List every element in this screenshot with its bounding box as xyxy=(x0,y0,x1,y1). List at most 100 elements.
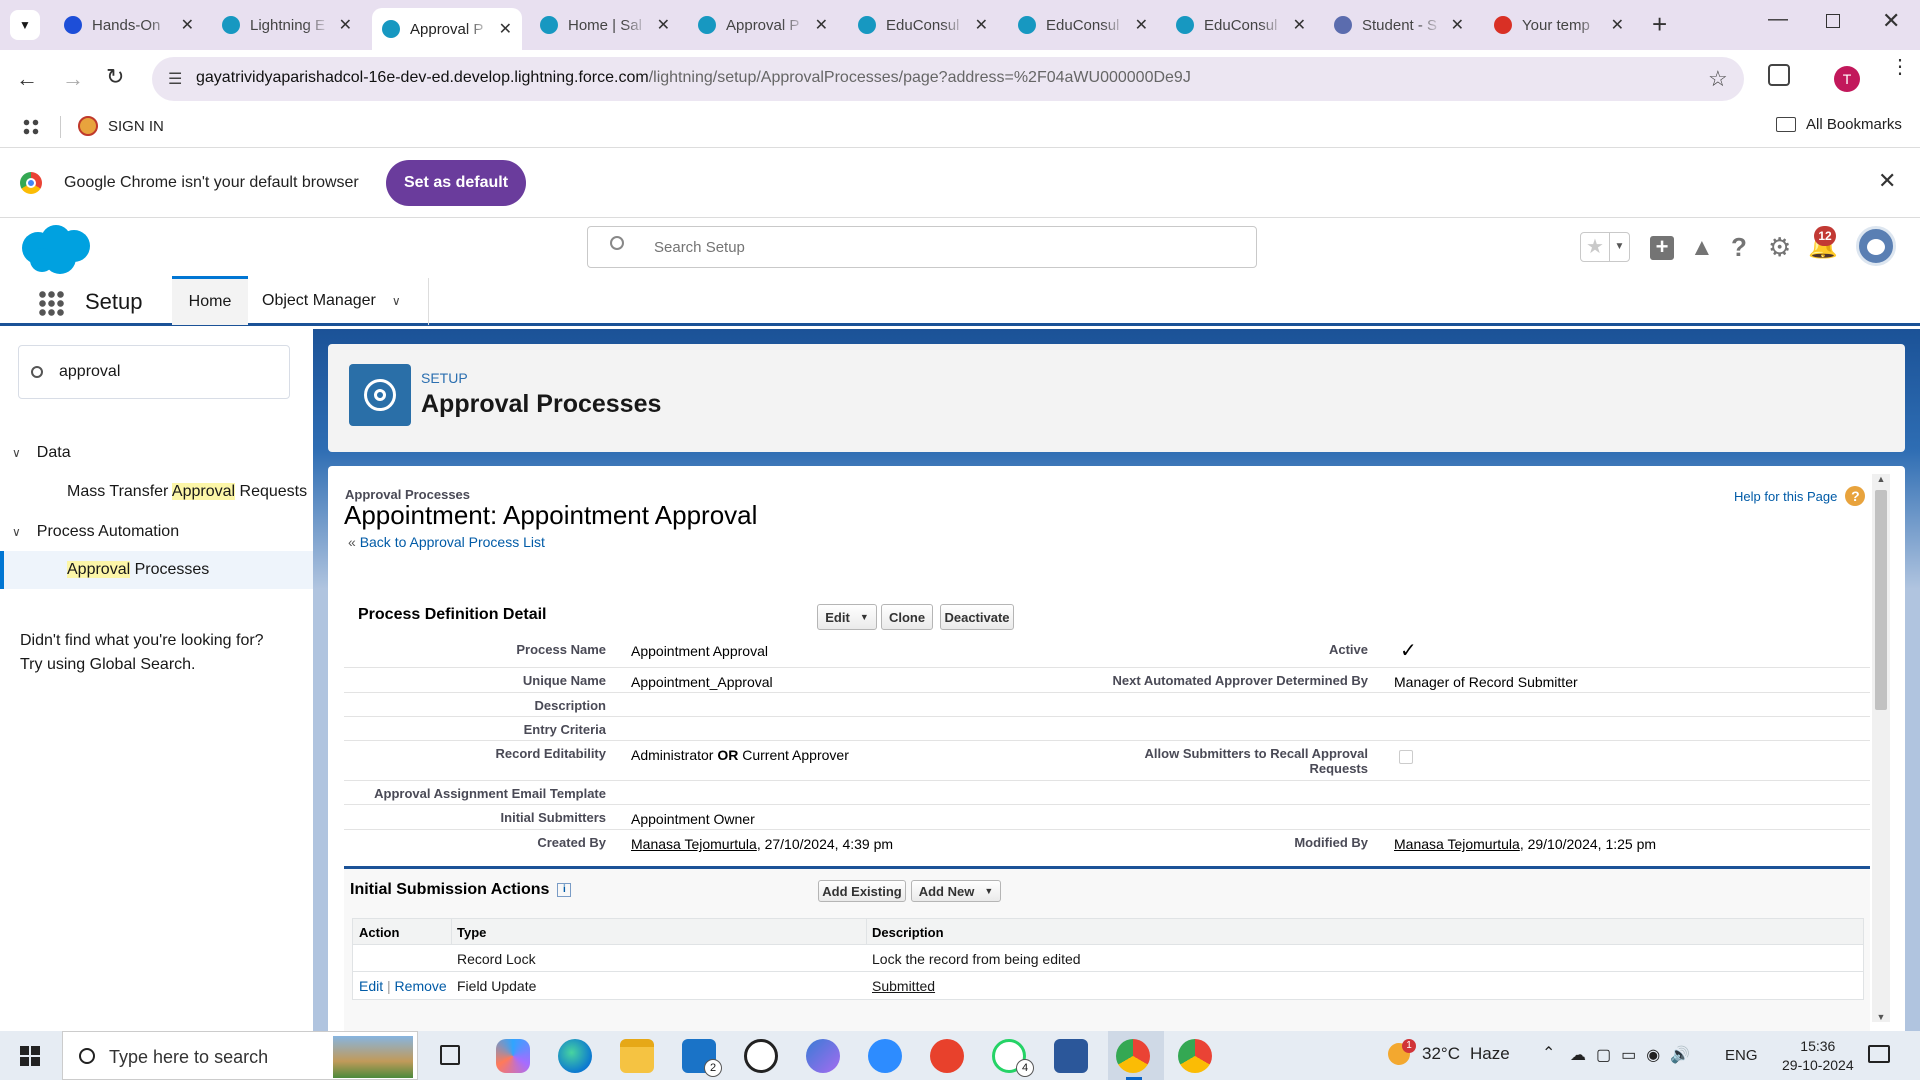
sidebar-group-data[interactable]: ∨ Data xyxy=(12,444,71,462)
restore-button[interactable] xyxy=(1826,14,1840,28)
chrome-icon[interactable] xyxy=(1116,1039,1150,1073)
word-icon[interactable] xyxy=(1054,1039,1088,1073)
file-explorer-icon[interactable] xyxy=(620,1039,654,1073)
tab-close-icon[interactable]: ✕ xyxy=(499,19,512,39)
taskbar-search[interactable]: Type here to search xyxy=(62,1031,418,1080)
favorites-star-button[interactable]: ★ ▼ xyxy=(1580,232,1630,262)
tab-close-icon[interactable]: ✕ xyxy=(1135,15,1148,35)
forward-button[interactable]: → xyxy=(62,66,84,92)
back-to-list-link[interactable]: Back to Approval Process List xyxy=(360,534,545,550)
address-bar[interactable]: ☰ gayatrividyaparishadcol-16e-dev-ed.dev… xyxy=(152,57,1744,101)
set-default-button[interactable]: Set as default xyxy=(386,160,526,206)
back-button[interactable]: ← xyxy=(16,66,38,92)
browser-tab[interactable]: EduConsul ✕ xyxy=(1008,8,1158,42)
global-actions-icon[interactable]: + xyxy=(1650,236,1674,260)
tab-close-icon[interactable]: ✕ xyxy=(1611,15,1624,35)
reload-button[interactable]: ↻ xyxy=(106,64,124,90)
zoom-icon[interactable] xyxy=(868,1039,902,1073)
field-value: Appointment_Approval xyxy=(631,674,773,690)
add-existing-button[interactable]: Add Existing xyxy=(818,880,906,902)
tray-chevron-up-icon[interactable]: ⌃ xyxy=(1542,1043,1555,1063)
site-settings-icon[interactable]: ☰ xyxy=(168,69,182,89)
setup-search-box[interactable]: Search Setup xyxy=(587,226,1257,268)
clock[interactable]: 15:36 29-10-2024 xyxy=(1782,1037,1854,1075)
browser-tab[interactable]: Student - S ✕ xyxy=(1324,8,1474,42)
all-bookmarks[interactable]: All Bookmarks xyxy=(1776,116,1902,133)
tab-search-button[interactable]: ▼ xyxy=(10,10,40,40)
field-label: Entry Criteria xyxy=(523,722,606,737)
salesforce-logo[interactable] xyxy=(18,224,94,276)
help-icon[interactable]: ? xyxy=(1845,486,1866,506)
modified-by-user-link[interactable]: Manasa Tejomurtula xyxy=(1394,836,1520,852)
browser-tab[interactable]: Lightning E ✕ xyxy=(212,8,362,42)
remove-action-link[interactable]: Remove xyxy=(395,978,447,994)
help-icon[interactable]: ? xyxy=(1731,232,1747,263)
chrome-profile-icon[interactable] xyxy=(1178,1039,1212,1073)
help-link[interactable]: Help for this Page xyxy=(1734,489,1837,504)
info-icon[interactable]: i xyxy=(557,883,572,897)
field-value-part: Current Approver xyxy=(738,747,849,763)
tab-title: Approval P xyxy=(410,20,484,38)
tab-close-icon[interactable]: ✕ xyxy=(975,15,988,35)
browser-tab[interactable]: Approval P ✕ xyxy=(372,8,522,50)
setup-gear-icon[interactable]: ⚙ xyxy=(1768,232,1791,263)
sidebar-item-mass-transfer[interactable]: Mass Transfer Approval Requests xyxy=(67,483,307,501)
deactivate-button[interactable]: Deactivate xyxy=(940,604,1014,630)
language-indicator[interactable]: ENG xyxy=(1725,1047,1758,1064)
bookmark-signin[interactable]: SIGN IN xyxy=(78,116,164,136)
clone-button[interactable]: Clone xyxy=(881,604,933,630)
sidebar-group-process-automation[interactable]: ∨ Process Automation xyxy=(12,523,179,541)
copilot-icon[interactable] xyxy=(496,1039,530,1073)
edit-action-link[interactable]: Edit xyxy=(359,978,383,994)
task-view-icon[interactable] xyxy=(440,1045,460,1065)
tab-close-icon[interactable]: ✕ xyxy=(339,15,352,35)
cell-description-link[interactable]: Submitted xyxy=(872,978,935,994)
close-window-button[interactable]: ✕ xyxy=(1882,8,1900,34)
profile-avatar[interactable]: T xyxy=(1834,66,1860,92)
user-avatar[interactable] xyxy=(1856,226,1896,266)
more-menu-icon[interactable]: ⋮ xyxy=(1890,57,1910,77)
browser-tab[interactable]: Hands-On ✕ xyxy=(54,8,204,42)
table-header: Action Type Description xyxy=(353,919,1863,945)
notification-center-icon[interactable] xyxy=(1868,1045,1890,1063)
search-icon xyxy=(610,236,624,250)
wps-office-icon[interactable] xyxy=(930,1039,964,1073)
bookmark-star-icon[interactable]: ☆ xyxy=(1708,66,1728,92)
tab-close-icon[interactable]: ✕ xyxy=(1451,15,1464,35)
photos-icon[interactable] xyxy=(806,1039,840,1073)
scroll-down-icon[interactable]: ▼ xyxy=(1872,1012,1890,1022)
browser-tab[interactable]: EduConsul ✕ xyxy=(848,8,998,42)
browser-tab[interactable]: Home | Sal ✕ xyxy=(530,8,680,42)
edit-button[interactable]: Edit ▼ xyxy=(817,604,877,630)
windows-start-icon[interactable] xyxy=(20,1046,40,1066)
apps-grid-icon[interactable] xyxy=(22,118,40,136)
tab-home[interactable]: Home xyxy=(172,276,248,325)
tab-close-icon[interactable]: ✕ xyxy=(1293,15,1306,35)
dell-icon[interactable] xyxy=(744,1039,778,1073)
created-by-user-link[interactable]: Manasa Tejomurtula xyxy=(631,836,757,852)
browser-tab[interactable]: Approval P ✕ xyxy=(688,8,838,42)
new-tab-button[interactable]: + xyxy=(1652,10,1667,38)
tab-close-icon[interactable]: ✕ xyxy=(815,15,828,35)
tray-icons[interactable]: ☁▢▭◉🔊 xyxy=(1570,1045,1700,1065)
sidebar-item-approval-processes[interactable]: Approval Processes xyxy=(0,551,313,589)
extensions-icon[interactable] xyxy=(1768,64,1790,86)
minimize-button[interactable]: — xyxy=(1768,8,1788,31)
browser-tab[interactable]: EduConsul ✕ xyxy=(1166,8,1316,42)
scroll-thumb[interactable] xyxy=(1875,490,1887,710)
app-launcher-icon[interactable] xyxy=(38,290,64,316)
chevron-down-icon[interactable]: ∨ xyxy=(392,294,401,308)
infobar-close-icon[interactable]: ✕ xyxy=(1878,168,1896,194)
trailhead-icon[interactable]: ▲ xyxy=(1690,234,1714,262)
edge-icon[interactable] xyxy=(558,1039,592,1073)
tab-object-manager[interactable]: Object Manager ∨ xyxy=(262,292,401,310)
browser-tab[interactable]: Your temp ✕ xyxy=(1484,8,1634,42)
tab-close-icon[interactable]: ✕ xyxy=(181,15,194,35)
scrollbar[interactable]: ▲ ▼ xyxy=(1872,474,1890,1022)
tab-close-icon[interactable]: ✕ xyxy=(657,15,670,35)
add-new-button[interactable]: Add New ▼ xyxy=(911,880,1001,902)
help-for-page[interactable]: Help for this Page ? xyxy=(1734,486,1866,506)
back-to-list[interactable]: « Back to Approval Process List xyxy=(348,534,545,550)
quick-find-box[interactable]: approval xyxy=(18,345,290,399)
scroll-up-icon[interactable]: ▲ xyxy=(1872,474,1890,484)
